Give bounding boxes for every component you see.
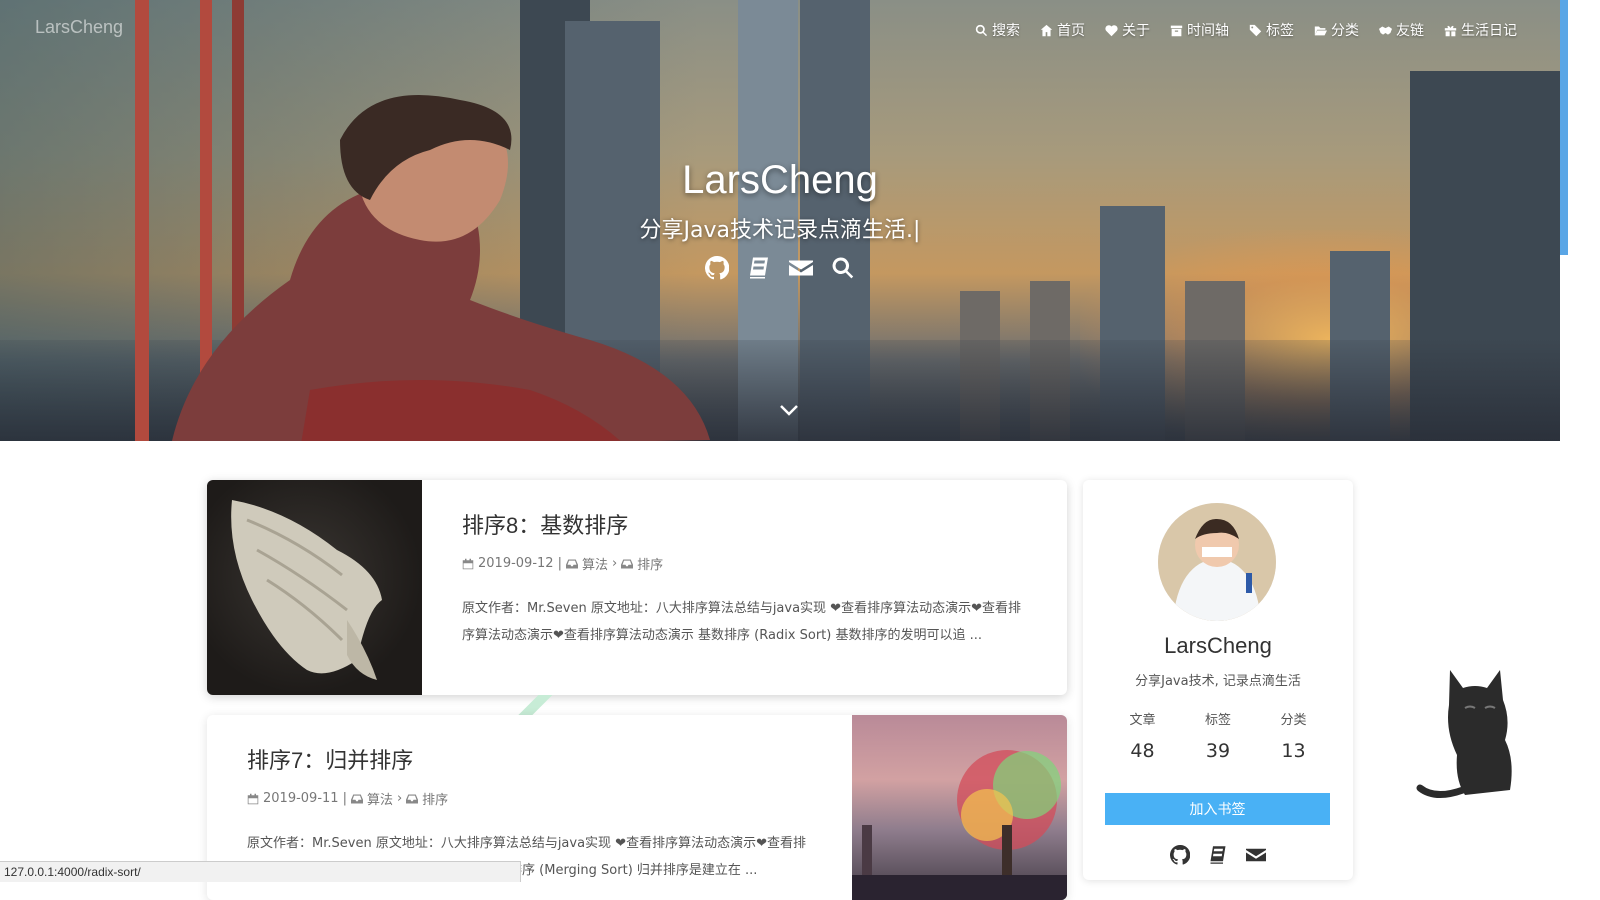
stat-label: 标签	[1204, 713, 1231, 728]
nav-label: 分类	[1331, 23, 1359, 39]
email-link[interactable]	[789, 256, 813, 280]
meta-separator: |	[557, 556, 562, 571]
blog-book-link[interactable]	[747, 256, 771, 280]
nav-search[interactable]: 搜索	[975, 20, 1020, 40]
nav-label: 标签	[1266, 23, 1294, 39]
post-excerpt: 原文作者：Mr.Seven 原文地址：八大排序算法总结与java实现 ❤查看排序…	[462, 601, 1021, 643]
stat-label: 文章	[1129, 713, 1156, 728]
avatar-illustration	[1158, 503, 1276, 621]
hero-social-icons	[0, 256, 1560, 280]
nav-label: 友链	[1396, 23, 1424, 39]
stat-articles[interactable]: 文章 48	[1105, 709, 1180, 762]
inbox-icon	[621, 559, 634, 568]
post-subcategory-link[interactable]: 排序	[637, 554, 663, 573]
nav-label: 生活日记	[1461, 23, 1517, 39]
post-subcategory-link[interactable]: 排序	[422, 789, 448, 808]
post-category-link[interactable]: 算法	[367, 789, 393, 808]
nav-about[interactable]: 关于	[1105, 20, 1150, 40]
nav-label: 搜索	[992, 23, 1020, 39]
post-card[interactable]: 排序8：基数排序 2019-09-12 | 算法 › 排序 原文作者：Mr.Se…	[207, 480, 1067, 695]
meta-separator: |	[342, 791, 347, 806]
post-cover-image[interactable]	[852, 715, 1067, 900]
post-title[interactable]: 排序8：基数排序	[462, 508, 1032, 540]
github-icon	[705, 256, 729, 280]
post-body: 排序7：归并排序 2019-09-11 | 算法 › 排序 原文作者：Mr.Se…	[247, 715, 817, 884]
post-meta: 2019-09-11 | 算法 › 排序	[247, 789, 817, 808]
shell-illustration	[231, 500, 382, 680]
hero-search-link[interactable]	[831, 256, 855, 280]
profile-social-icons	[1083, 844, 1353, 869]
github-link[interactable]	[705, 256, 729, 280]
cat-mascot[interactable]	[1415, 660, 1525, 800]
reading-progress-bar	[1560, 0, 1568, 255]
stat-value: 48	[1130, 740, 1155, 762]
nav-label: 关于	[1122, 23, 1150, 39]
envelope-icon	[1246, 848, 1266, 862]
profile-description: 分享Java技术, 记录点滴生活	[1135, 674, 1301, 689]
post-meta: 2019-09-12 | 算法 › 排序	[462, 554, 1032, 573]
chevron-down-icon[interactable]	[779, 404, 799, 418]
book-icon	[750, 257, 768, 279]
nav-archives[interactable]: 时间轴	[1170, 20, 1229, 40]
main-nav: 搜索 首页 关于 时间轴 标签 分类 友链 生活日记	[975, 20, 1517, 40]
email-link[interactable]	[1246, 845, 1266, 869]
calendar-icon	[247, 793, 259, 804]
post-body: 排序8：基数排序 2019-09-12 | 算法 › 排序 原文作者：Mr.Se…	[462, 480, 1032, 649]
chevron-right-icon: ›	[611, 556, 618, 571]
github-icon	[1169, 844, 1191, 865]
hero-subtitle: 分享Java技术记录点滴生活.|	[639, 218, 921, 243]
search-icon	[975, 24, 988, 36]
profile-stats: 文章 48 标签 39 分类 13	[1105, 709, 1331, 762]
post-title[interactable]: 排序7：归并排序	[247, 743, 817, 775]
chevron-right-icon: ›	[396, 791, 403, 806]
github-link[interactable]	[1169, 844, 1191, 869]
post-cover-image[interactable]	[207, 480, 422, 695]
site-brand-link[interactable]: LarsCheng	[35, 17, 123, 38]
hero-banner: LarsCheng 搜索 首页 关于 时间轴 标签 分类 友链 生活日记 Lar…	[0, 0, 1560, 441]
gift-icon	[1444, 25, 1457, 36]
book-icon	[1210, 846, 1226, 864]
folder-open-icon	[1314, 25, 1327, 35]
handshake-icon	[1379, 25, 1392, 35]
stat-value: 39	[1205, 740, 1231, 762]
archive-icon	[1170, 25, 1183, 36]
post-date: 2019-09-12	[478, 556, 554, 571]
author-profile-card: LarsCheng 分享Java技术, 记录点滴生活 文章 48 标签 39 分…	[1083, 480, 1353, 880]
stat-label: 分类	[1280, 713, 1307, 728]
hero-title: LarsCheng	[682, 158, 878, 202]
inbox-icon	[406, 794, 419, 803]
nav-home[interactable]: 首页	[1040, 20, 1085, 40]
post-category-link[interactable]: 算法	[582, 554, 608, 573]
nav-diary[interactable]: 生活日记	[1444, 20, 1517, 40]
stat-tags[interactable]: 标签 39	[1181, 709, 1256, 762]
nav-label: 时间轴	[1187, 23, 1229, 39]
decorative-ribbon	[510, 695, 560, 715]
inbox-icon	[565, 559, 578, 568]
browser-status-bar: 127.0.0.1:4000/radix-sort/	[0, 861, 521, 882]
blog-book-link[interactable]	[1208, 845, 1228, 869]
calendar-icon	[462, 558, 474, 569]
tree-illustration	[852, 750, 1067, 900]
nav-label: 首页	[1057, 23, 1085, 39]
nav-tags[interactable]: 标签	[1249, 20, 1294, 40]
search-icon	[832, 257, 854, 279]
tags-icon	[1249, 24, 1262, 36]
stat-categories[interactable]: 分类 13	[1256, 709, 1331, 762]
avatar[interactable]	[1158, 503, 1276, 621]
nav-categories[interactable]: 分类	[1314, 20, 1359, 40]
envelope-icon	[789, 260, 813, 276]
home-icon	[1040, 24, 1053, 36]
add-bookmark-button[interactable]: 加入书签	[1105, 793, 1330, 825]
stat-value: 13	[1281, 740, 1306, 762]
nav-links[interactable]: 友链	[1379, 20, 1424, 40]
post-date: 2019-09-11	[263, 791, 339, 806]
profile-name: LarsCheng	[1164, 633, 1272, 658]
heart-icon	[1105, 24, 1118, 36]
inbox-icon	[350, 794, 363, 803]
